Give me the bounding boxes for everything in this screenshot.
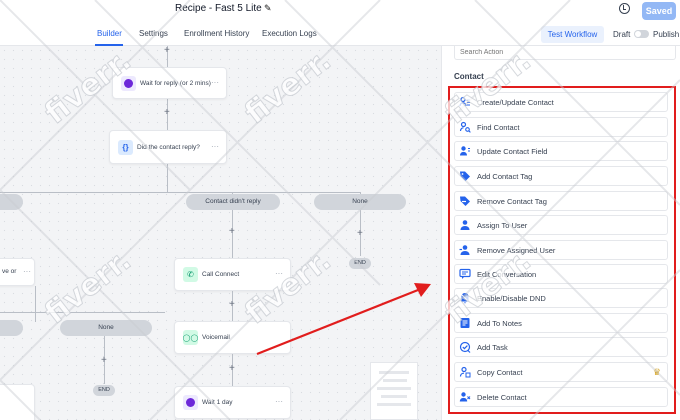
workflow-canvas[interactable]: + + Wait for reply (or 2 mins) ··· {} Di… [0, 46, 441, 420]
add-step-plus-icon[interactable]: + [101, 356, 107, 366]
phone-icon: ✆ [183, 267, 198, 282]
minimap[interactable] [370, 362, 418, 420]
tab-execution-logs[interactable]: Execution Logs [262, 29, 317, 38]
more-icon[interactable]: ··· [275, 397, 283, 406]
add-step-plus-icon[interactable]: + [229, 364, 235, 374]
node-label: Call Connect [202, 271, 240, 278]
highlight-box [448, 86, 676, 414]
add-step-plus-icon[interactable]: + [164, 108, 170, 118]
draft-label: Draft [613, 30, 631, 39]
more-icon[interactable]: ··· [23, 267, 31, 276]
workflow-node-wait-reply[interactable]: Wait for reply (or 2 mins) ··· [112, 67, 227, 99]
timer-icon [183, 395, 198, 410]
workflow-node-partial[interactable]: ve or ··· [0, 258, 35, 286]
connector-line [0, 192, 360, 193]
connector-line [167, 164, 168, 192]
saved-button[interactable]: Saved [642, 2, 676, 20]
more-icon[interactable]: ··· [211, 78, 219, 87]
publish-toggle[interactable] [634, 30, 649, 38]
test-workflow-button[interactable]: Test Workflow [541, 26, 604, 43]
add-step-plus-icon[interactable]: + [229, 300, 235, 310]
voicemail-icon: ◯◯ [183, 330, 198, 345]
branch-pill-no-reply[interactable]: Contact didn't reply [186, 194, 280, 210]
pencil-icon[interactable]: ✎ [264, 3, 272, 14]
connector-line [35, 286, 36, 322]
end-pill: END [349, 258, 371, 269]
workflow-node-condition[interactable]: {} Did the contact reply? ··· [109, 130, 227, 164]
section-title: Contact [454, 72, 484, 81]
timer-icon [121, 76, 136, 91]
tab-builder[interactable]: Builder [97, 29, 122, 38]
add-step-plus-icon[interactable]: + [357, 229, 363, 239]
publish-label: Publish [653, 30, 680, 39]
node-label: Voicemail [202, 334, 230, 341]
add-step-plus-icon[interactable]: + [164, 46, 170, 56]
add-step-plus-icon[interactable]: + [229, 227, 235, 237]
workflow-node-call-connect[interactable]: ✆ Call Connect ··· [174, 258, 291, 291]
node-label: ve or [2, 268, 17, 275]
top-bar: Recipe - Fast 5 Lite ✎ Saved [0, 0, 680, 22]
node-label: Wait for reply (or 2 mins) [140, 80, 211, 87]
tabs-bar: Builder Settings Enrollment History Exec… [0, 22, 680, 46]
end-pill: END [93, 385, 115, 396]
braces-icon: {} [118, 140, 133, 155]
branch-pill-left[interactable] [0, 194, 23, 210]
workflow-node-voicemail[interactable]: ◯◯ Voicemail [174, 321, 291, 354]
more-icon[interactable]: ··· [211, 142, 219, 151]
more-icon[interactable]: ··· [275, 269, 283, 278]
search-action-input[interactable] [454, 46, 676, 60]
workflow-title[interactable]: Recipe - Fast 5 Lite [175, 3, 262, 14]
node-label: Did the contact reply? [137, 144, 200, 151]
branch-pill-left-2[interactable] [0, 320, 23, 336]
node-label: Wait 1 day [202, 399, 233, 406]
tab-settings[interactable]: Settings [139, 29, 168, 38]
workflow-node-partial-2[interactable] [0, 384, 35, 420]
tab-enrollment-history[interactable]: Enrollment History [184, 29, 249, 38]
branch-pill-none[interactable]: None [314, 194, 406, 210]
branch-pill-none-left[interactable]: None [60, 320, 152, 336]
connector-line [0, 312, 165, 313]
history-icon[interactable] [619, 3, 630, 14]
workflow-node-wait-day[interactable]: Wait 1 day ··· [174, 386, 291, 419]
